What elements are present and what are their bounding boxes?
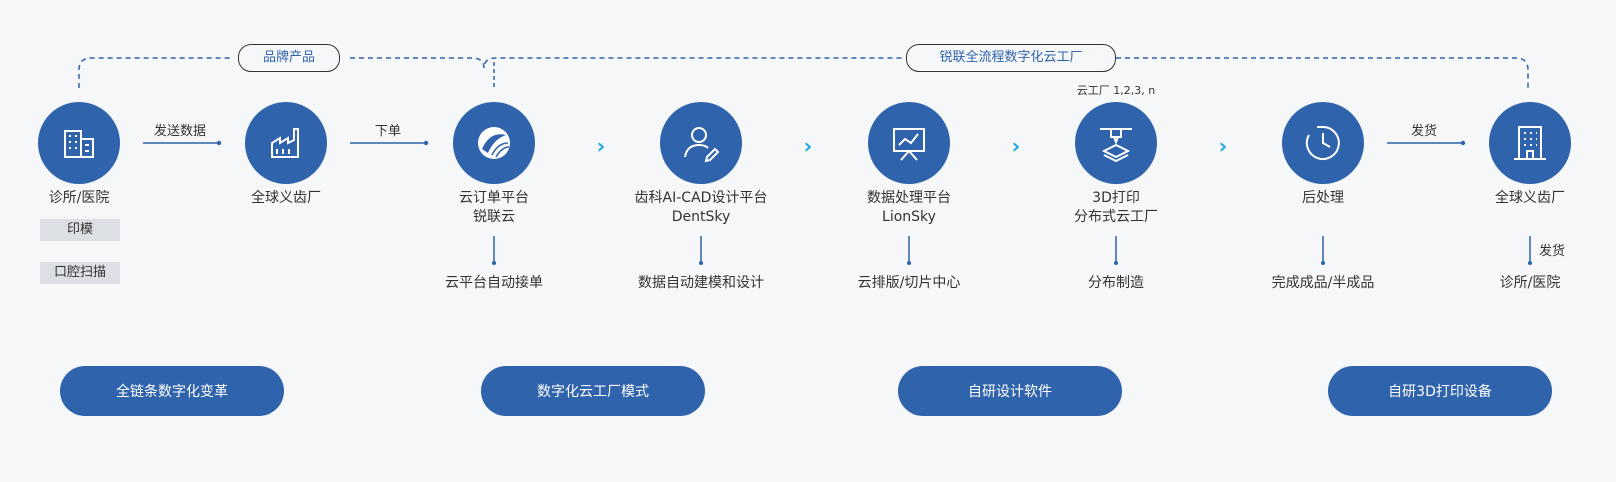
node-post-process <box>1282 102 1364 184</box>
3d-printer-icon <box>1100 128 1132 163</box>
node-global-lab-end <box>1489 102 1571 184</box>
process-label: 分布制造 <box>1088 275 1144 291</box>
office-icon <box>1514 126 1546 160</box>
node-label: 齿科AI-CAD设计平台 DentSky <box>634 190 768 225</box>
tag-oral-scan: 口腔扫描 <box>40 262 120 284</box>
bracket-label-cloud-factory: 锐联全流程数字化云工厂 <box>906 44 1116 72</box>
pill-3d-printing-equipment[interactable]: 自研3D打印设备 <box>1328 366 1552 416</box>
node-label: 诊所/医院 <box>48 190 110 206</box>
arrow-label-order: 下单 <box>374 124 402 139</box>
node-label: 云订单平台 锐联云 <box>459 190 529 225</box>
user-pen-icon <box>684 127 720 163</box>
process-label: 完成成品/半成品 <box>1271 275 1375 291</box>
node-label: 全球义齿厂 <box>1495 190 1565 206</box>
node-label: 全球义齿厂 <box>251 190 321 206</box>
node-lionsky <box>868 102 950 184</box>
arrow-label-ship: 发货 <box>1410 124 1438 139</box>
node-dentsky <box>660 102 742 184</box>
tag-impression: 印模 <box>40 219 120 241</box>
clock-icon <box>1305 126 1340 160</box>
node-cloud-order <box>453 102 535 184</box>
pill-cloud-factory-mode[interactable]: 数字化云工厂模式 <box>481 366 705 416</box>
node-3d-print <box>1075 102 1157 184</box>
arrow-label-ship-down: 发货 <box>1538 244 1566 259</box>
process-label: 云平台自动接单 <box>445 275 543 291</box>
factory-icon <box>271 128 299 158</box>
node-label: 数据处理平台 LionSky <box>867 190 951 225</box>
pill-full-chain[interactable]: 全链条数字化变革 <box>60 366 284 416</box>
cloud-factory-count: 云工厂 1,2,3, n <box>1076 84 1156 97</box>
node-label: 3D打印 分布式云工厂 <box>1074 190 1158 225</box>
node-clinic <box>38 102 120 184</box>
arrow-label-send-data: 发送数据 <box>153 124 207 139</box>
node-global-lab <box>245 102 327 184</box>
node-label: 后处理 <box>1302 190 1344 206</box>
logo-icon <box>478 127 510 159</box>
process-label: 数据自动建模和设计 <box>638 275 764 291</box>
bracket-label-brand: 品牌产品 <box>238 44 340 72</box>
building-icon <box>64 130 94 158</box>
process-label: 诊所/医院 <box>1499 275 1561 291</box>
pill-design-software[interactable]: 自研设计软件 <box>898 366 1122 416</box>
process-label: 云排版/切片中心 <box>857 275 961 291</box>
flow-diagram: 品牌产品 锐联全流程数字化云工厂 ›› ›› ›› ›› 发送数据 下单 发货 … <box>0 0 1616 482</box>
chart-board-icon <box>893 128 925 161</box>
